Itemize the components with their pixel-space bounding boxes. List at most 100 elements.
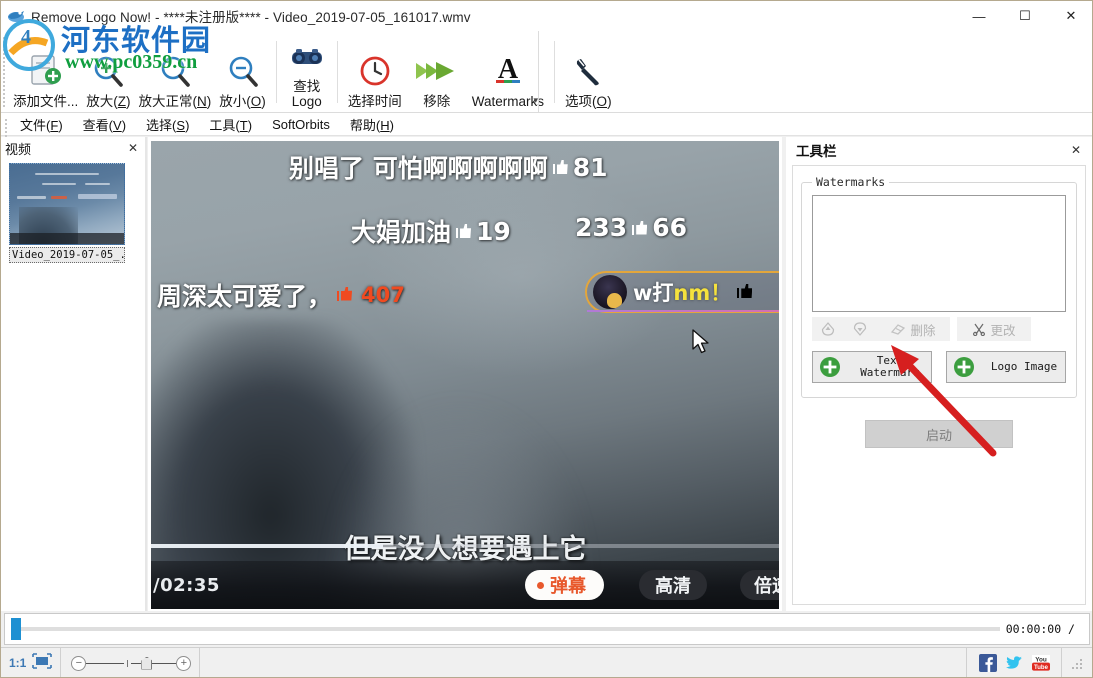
video-list-panel: 视频 ✕ Video_2019-07-05_... bbox=[1, 137, 146, 611]
toolbar-label-remove-watermarks: 移除 bbox=[423, 94, 451, 109]
app-icon bbox=[7, 7, 27, 25]
zoom-out-icon bbox=[223, 48, 263, 94]
tools-panel-body: Watermarks 删除 更改 Text Watermark Logo Ima… bbox=[792, 165, 1086, 605]
toolbar-label-zoom-in: 放大(Z) bbox=[86, 94, 131, 109]
danmaku-comment: 大娟加油 19 bbox=[351, 216, 511, 248]
add-logo-image-button[interactable]: Logo Image bbox=[946, 351, 1066, 383]
left-splitter[interactable] bbox=[145, 137, 147, 611]
video-panel-title: 视频 bbox=[5, 141, 32, 157]
app-window: Remove Logo Now! - ****未注册版**** - Video_… bbox=[0, 0, 1093, 678]
danmaku-highlighted-comment: w打nm！ bbox=[585, 271, 779, 313]
toolbar-button-zoom-normal[interactable]: 放大正常(N) bbox=[135, 35, 216, 113]
remove-watermarks-icon bbox=[410, 48, 464, 94]
menu-tools[interactable]: 工具(T) bbox=[199, 113, 262, 136]
youtube-icon[interactable]: You Tube bbox=[1031, 654, 1050, 672]
menu-help[interactable]: 帮助(H) bbox=[340, 113, 404, 136]
toolbar-button-select-time[interactable]: 选择时间 bbox=[344, 35, 406, 113]
main-toolbar: 添加文件... 放大(Z) 放大正常(N) 放小(O) 查找 Logo 选择时间… bbox=[1, 31, 1092, 113]
plus-circle-icon bbox=[819, 356, 841, 378]
toolbar-separator-2 bbox=[336, 41, 338, 103]
mouse-cursor bbox=[692, 329, 710, 355]
plus-circle-icon bbox=[953, 356, 975, 378]
zoom-normal-icon bbox=[155, 48, 195, 94]
close-button[interactable]: ✕ bbox=[1048, 1, 1092, 31]
toolbar-button-find-logo[interactable]: 查找 Logo bbox=[283, 35, 331, 113]
window-controls: — ☐ ✕ bbox=[956, 1, 1092, 31]
move-down-icon bbox=[853, 322, 867, 336]
video-button-danmaku[interactable]: 弹幕 bbox=[525, 570, 604, 600]
toolbar-button-remove-watermarks[interactable]: 移除 bbox=[406, 35, 468, 113]
add-file-icon bbox=[26, 48, 66, 94]
zoom-ratio-label[interactable]: 1:1 bbox=[9, 656, 26, 670]
maximize-button[interactable]: ☐ bbox=[1002, 1, 1048, 31]
menu-softorbits[interactable]: SoftOrbits bbox=[262, 115, 340, 134]
video-canvas-area: 别唱了 可怕啊啊啊啊啊 81 大娟加油 19 233 66 周深太可爱了， 40… bbox=[148, 137, 782, 611]
delete-button[interactable]: 删除 bbox=[876, 317, 950, 341]
tools-panel-header: 工具栏 ✕ bbox=[786, 137, 1092, 163]
watermarks-group-legend: Watermarks bbox=[812, 175, 890, 189]
resize-grip-cell[interactable] bbox=[1062, 648, 1092, 678]
toolbar-drag-grip[interactable] bbox=[3, 35, 7, 109]
toolbar-separator-1 bbox=[275, 41, 277, 103]
resize-grip-icon[interactable] bbox=[1070, 656, 1084, 670]
video-preview[interactable]: 别唱了 可怕啊啊啊啊啊 81 大娟加油 19 233 66 周深太可爱了， 40… bbox=[151, 141, 779, 609]
delete-button-label: 删除 bbox=[910, 323, 936, 338]
menu-file[interactable]: 文件(F) bbox=[10, 113, 73, 136]
timeline-handle[interactable] bbox=[11, 618, 21, 640]
move-up-icon bbox=[821, 322, 835, 336]
toolbar-button-add-file[interactable]: 添加文件... bbox=[9, 35, 82, 113]
tools-panel-close-icon[interactable]: ✕ bbox=[1069, 143, 1083, 157]
zoom-in-icon[interactable]: + bbox=[176, 655, 192, 671]
video-panel-close-icon[interactable]: ✕ bbox=[126, 141, 140, 155]
video-progress-bar[interactable] bbox=[151, 544, 779, 548]
add-text-watermark-label: Text Watermark bbox=[860, 354, 920, 379]
toolbar-label-select-time: 选择时间 bbox=[347, 94, 402, 109]
video-button-hd[interactable]: 高清 bbox=[639, 570, 707, 600]
minimize-button[interactable]: — bbox=[956, 1, 1002, 31]
watermarks-list[interactable] bbox=[812, 195, 1066, 312]
title-bar: Remove Logo Now! - ****未注册版**** - Video_… bbox=[1, 1, 1092, 31]
video-control-bar: /02:35 弹幕 高清 倍速 bbox=[151, 561, 779, 609]
toolbar-right-edge bbox=[538, 31, 539, 113]
video-time-display: /02:35 bbox=[153, 574, 220, 596]
toolbar-button-options[interactable]: 选项(O) bbox=[561, 35, 616, 113]
menu-bar: 文件(F) 查看(V) 选择(S) 工具(T) SoftOrbits 帮助(H) bbox=[1, 113, 1092, 137]
thumbs-up-icon bbox=[737, 284, 754, 300]
timeline-timecode: 00:00:00 / bbox=[1005, 622, 1075, 636]
toolbar-button-zoom-in[interactable]: 放大(Z) bbox=[82, 35, 134, 113]
window-title: Remove Logo Now! - ****未注册版**** - Video_… bbox=[31, 10, 471, 25]
facebook-icon[interactable] bbox=[979, 654, 997, 672]
move-up-button[interactable] bbox=[812, 317, 844, 341]
zoom-slider-handle[interactable] bbox=[141, 656, 153, 670]
menu-view[interactable]: 查看(V) bbox=[73, 113, 136, 136]
danmaku-comment: 233 66 bbox=[575, 213, 687, 242]
danmaku-status-dot bbox=[537, 581, 544, 589]
menu-select[interactable]: 选择(S) bbox=[136, 113, 199, 136]
toolbar-button-zoom-out[interactable]: 放小(O) bbox=[215, 35, 270, 113]
zoom-out-icon[interactable]: − bbox=[71, 655, 87, 671]
clock-icon bbox=[355, 48, 395, 94]
video-panel-header: 视频 ✕ bbox=[1, 137, 146, 159]
svg-text:You: You bbox=[1035, 656, 1047, 663]
add-logo-image-label: Logo Image bbox=[990, 360, 1058, 373]
timeline-bar[interactable]: 00:00:00 / bbox=[4, 613, 1090, 645]
status-zoom-cell: 1:1 bbox=[1, 648, 60, 678]
svg-text:Tube: Tube bbox=[1034, 665, 1049, 671]
zoom-slider[interactable]: − + bbox=[61, 648, 199, 678]
danmaku-underline bbox=[587, 310, 779, 312]
change-button[interactable]: 更改 bbox=[957, 317, 1031, 341]
video-thumbnail-item[interactable]: Video_2019-07-05_... bbox=[9, 163, 127, 263]
wrench-icon bbox=[568, 48, 608, 94]
timeline-track[interactable] bbox=[21, 627, 1000, 631]
zoom-track-mid bbox=[131, 662, 142, 664]
video-button-speed[interactable]: 倍速 bbox=[740, 570, 779, 600]
move-down-button[interactable] bbox=[844, 317, 876, 341]
toolbar-label-add-file: 添加文件... bbox=[13, 94, 79, 109]
scissors-icon bbox=[973, 323, 986, 336]
twitter-icon[interactable] bbox=[1005, 654, 1023, 672]
fit-screen-icon[interactable] bbox=[32, 652, 53, 674]
find-logo-icon bbox=[287, 35, 327, 79]
thumbs-up-icon bbox=[337, 287, 356, 304]
start-button[interactable]: 启动 bbox=[865, 420, 1013, 448]
add-text-watermark-button[interactable]: Text Watermark bbox=[812, 351, 932, 383]
